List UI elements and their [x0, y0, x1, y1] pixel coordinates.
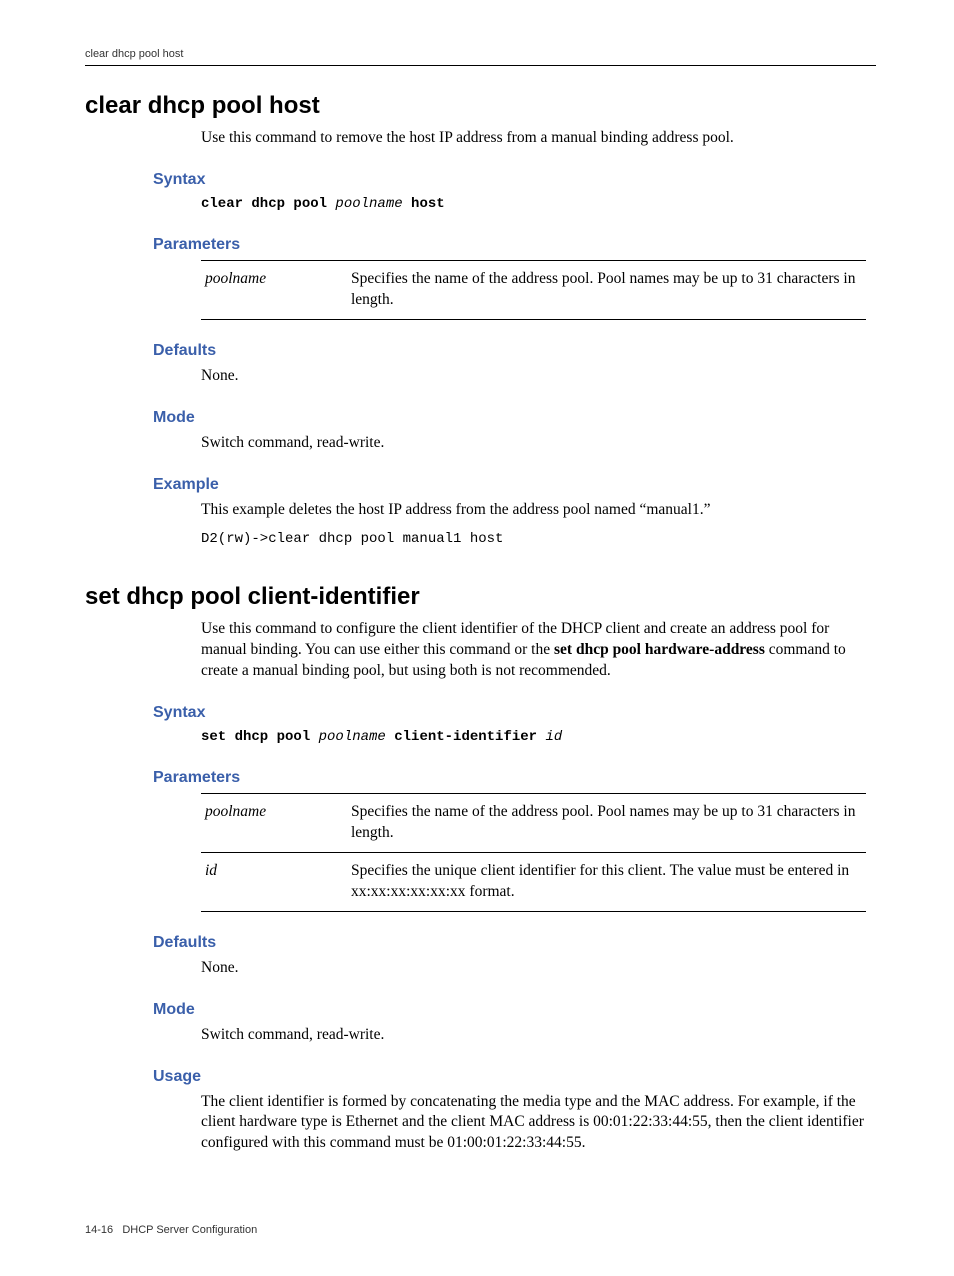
param-desc: Specifies the name of the address pool. … — [351, 793, 866, 852]
running-head: clear dhcp pool host — [85, 48, 876, 66]
cmd2-title: set dhcp pool client-identifier — [85, 583, 876, 611]
cmd1-defaults: None. — [201, 366, 866, 387]
cmd2-mode-heading: Mode — [153, 1001, 876, 1019]
cmd2-params: poolname Specifies the name of the addre… — [201, 793, 866, 912]
cmd2-params-heading: Parameters — [153, 769, 876, 787]
cmd1-title: clear dhcp pool host — [85, 92, 876, 120]
cmd2-mode: Switch command, read‑write. — [201, 1025, 866, 1046]
cmd1-mode-text: Switch command, read‑write. — [201, 433, 866, 454]
page-footer: 14-16 DHCP Server Configuration — [85, 1224, 876, 1236]
cmd2-defaults-text: None. — [201, 958, 866, 979]
cmd2-params-table: poolname Specifies the name of the addre… — [201, 793, 866, 912]
param-desc: Specifies the unique client identifier f… — [351, 852, 866, 911]
footer-title: DHCP Server Configuration — [122, 1224, 257, 1236]
cmd1-params-table: poolname Specifies the name of the addre… — [201, 260, 866, 320]
footer-page: 14-16 — [85, 1224, 113, 1236]
cmd1-mode: Switch command, read‑write. — [201, 433, 866, 454]
syntax-literal: client-identifier — [386, 729, 546, 745]
syntax-var: poolname — [335, 196, 402, 212]
cmd1-mode-heading: Mode — [153, 409, 876, 427]
cmd2-defaults-heading: Defaults — [153, 934, 876, 952]
syntax-var: id — [545, 729, 562, 745]
page: clear dhcp pool host clear dhcp pool hos… — [0, 0, 954, 1276]
cmd1-example-heading: Example — [153, 476, 876, 494]
cmd1-example-text: This example deletes the host IP address… — [201, 500, 866, 521]
table-row: poolname Specifies the name of the addre… — [201, 793, 866, 852]
syntax-literal: host — [403, 196, 445, 212]
cmd1-syntax: clear dhcp pool poolname host — [201, 195, 866, 214]
syntax-var: poolname — [319, 729, 386, 745]
cmd2-usage: The client identifier is formed by conca… — [201, 1092, 866, 1155]
cmd2-usage-text: The client identifier is formed by conca… — [201, 1092, 866, 1155]
intro-bold: set dhcp pool hardware‑address — [554, 641, 765, 658]
cmd2-syntax-heading: Syntax — [153, 704, 876, 722]
cmd2-intro: Use this command to configure the client… — [201, 619, 866, 682]
syntax-literal: set dhcp pool — [201, 729, 319, 745]
cmd2-mode-text: Switch command, read‑write. — [201, 1025, 866, 1046]
cmd1-syntax-code: clear dhcp pool poolname host — [201, 195, 866, 214]
syntax-literal: clear dhcp pool — [201, 196, 335, 212]
cmd1-defaults-heading: Defaults — [153, 342, 876, 360]
cmd1-intro: Use this command to remove the host IP a… — [201, 128, 866, 149]
cmd2-syntax-code: set dhcp pool poolname client-identifier… — [201, 728, 866, 747]
param-name: poolname — [201, 793, 351, 852]
table-row: poolname Specifies the name of the addre… — [201, 260, 866, 319]
cmd2-defaults: None. — [201, 958, 866, 979]
param-name: id — [201, 852, 351, 911]
cmd1-example: This example deletes the host IP address… — [201, 500, 866, 550]
cmd1-params: poolname Specifies the name of the addre… — [201, 260, 866, 320]
cmd1-defaults-text: None. — [201, 366, 866, 387]
cmd2-usage-heading: Usage — [153, 1068, 876, 1086]
cmd2-syntax: set dhcp pool poolname client-identifier… — [201, 728, 866, 747]
param-name: poolname — [201, 260, 351, 319]
cmd1-example-code: D2(rw)->clear dhcp pool manual1 host — [201, 530, 866, 549]
cmd1-params-heading: Parameters — [153, 236, 876, 254]
cmd1-syntax-heading: Syntax — [153, 171, 876, 189]
table-row: id Specifies the unique client identifie… — [201, 852, 866, 911]
param-desc: Specifies the name of the address pool. … — [351, 260, 866, 319]
cmd2-intro-text: Use this command to configure the client… — [201, 619, 866, 682]
cmd1-intro-text: Use this command to remove the host IP a… — [201, 128, 866, 149]
